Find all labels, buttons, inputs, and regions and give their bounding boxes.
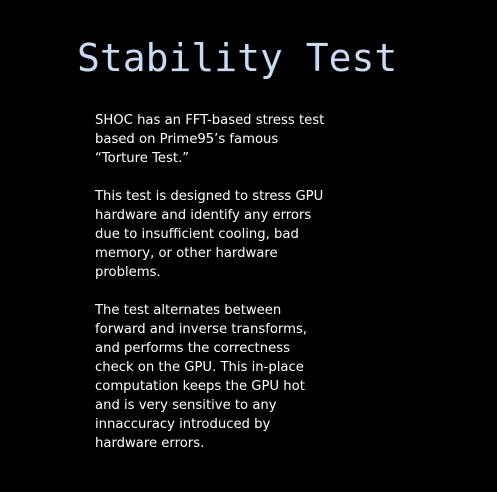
slide: Stability Test SHOC has an FFT-based str…	[0, 0, 497, 492]
text-line: “Torture Test.”	[95, 151, 190, 166]
text-line: forward and inverse transforms,	[95, 322, 308, 337]
text-line: computation keeps the GPU hot	[95, 379, 305, 394]
paragraph-purpose: This test is designed to stress GPU hard…	[95, 187, 335, 282]
paragraph-method: The test alternates between forward and …	[95, 301, 335, 453]
text-line: check on the GPU. This in-place	[95, 360, 304, 375]
text-line: due to insufficient cooling, bad	[95, 227, 299, 242]
paragraph-intro: SHOC has an FFT-based stress test based …	[95, 111, 335, 168]
text-line: hardware errors.	[95, 436, 205, 451]
text-line: SHOC has an FFT-based stress test	[95, 113, 325, 128]
text-line: and performs the correctness	[95, 341, 290, 356]
text-line: and is very sensitive to any	[95, 398, 277, 413]
text-line: innaccuracy introduced by	[95, 417, 271, 432]
text-line: problems.	[95, 265, 161, 280]
slide-body: SHOC has an FFT-based stress test based …	[95, 111, 335, 472]
text-line: This test is designed to stress GPU	[95, 189, 324, 204]
text-line: memory, or other hardware	[95, 246, 278, 261]
text-line: hardware and identify any errors	[95, 208, 312, 223]
text-line: The test alternates between	[95, 303, 282, 318]
slide-title: Stability Test	[77, 36, 398, 80]
text-line: based on Prime95’s famous	[95, 132, 279, 147]
